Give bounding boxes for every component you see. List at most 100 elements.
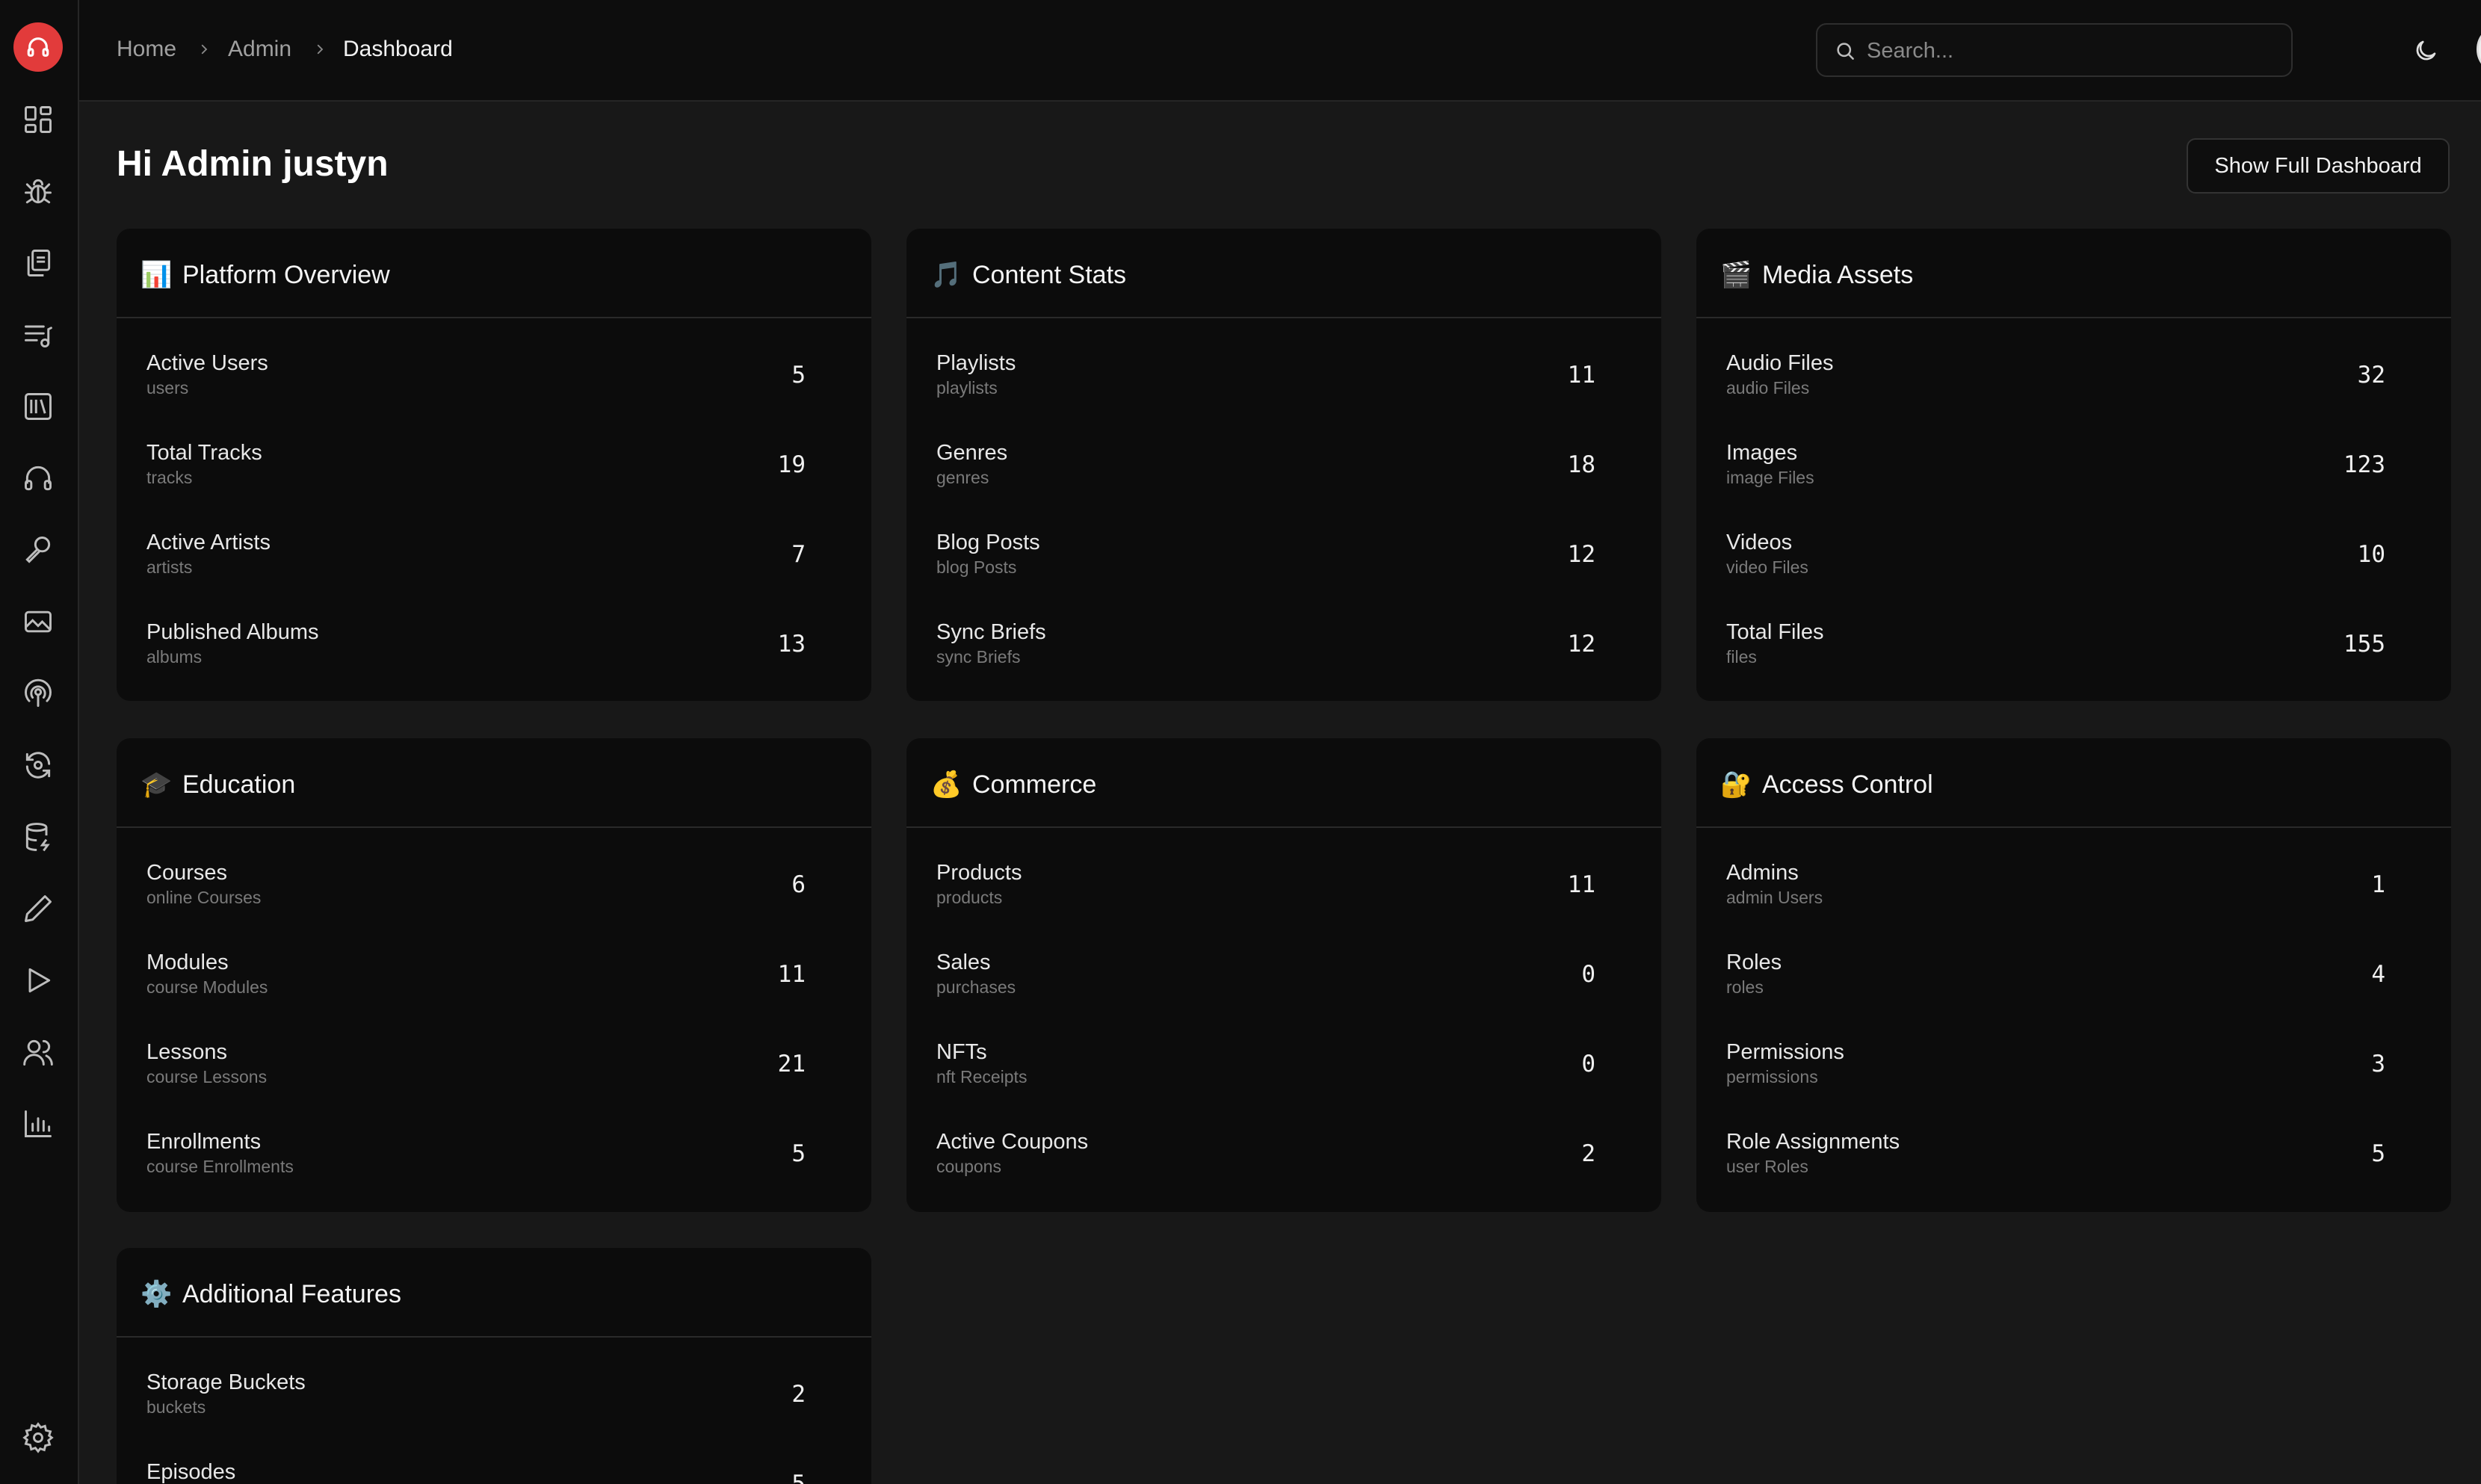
music-note-icon: 🎵: [930, 261, 963, 289]
stat-value: 32: [2357, 362, 2385, 389]
card-title: Commerce: [972, 770, 1097, 799]
stat-value: 21: [777, 1051, 806, 1078]
card-header: 🎬 Media Assets: [1696, 229, 2451, 318]
dashboard-grid-icon[interactable]: [19, 100, 58, 139]
stat-value: 10: [2357, 541, 2385, 568]
database-icon[interactable]: [19, 817, 58, 856]
stat-label: Active Coupons: [936, 1130, 1089, 1154]
card-header: 📊 Platform Overview: [117, 229, 871, 318]
sidebar: [0, 0, 79, 1484]
card-title: Access Control: [1762, 770, 1933, 799]
bug-icon[interactable]: [19, 172, 58, 211]
sync-icon[interactable]: [19, 746, 58, 785]
stat-value: 1: [2371, 871, 2385, 898]
playlist-icon[interactable]: [19, 315, 58, 354]
stat-row: Sales purchases 0: [906, 930, 1661, 1019]
platform-overview-card: 📊 Platform Overview Active Users users 5 T…: [117, 229, 871, 701]
stat-row: Lessons course Lessons 21: [117, 1019, 871, 1109]
stat-value: 155: [2343, 631, 2385, 658]
stat-row: Enrollments course Enrollments 5: [117, 1109, 871, 1199]
chart-icon[interactable]: [19, 1104, 58, 1143]
search-input[interactable]: [1865, 25, 2272, 77]
stat-row: Permissions permissions 3: [1696, 1019, 2451, 1109]
stat-label: Admins: [1726, 861, 1799, 885]
settings-icon[interactable]: [19, 1418, 58, 1457]
image-icon[interactable]: [19, 602, 58, 641]
chevron-right-icon: [309, 36, 331, 63]
stat-sublabel: sync Briefs: [936, 647, 1021, 667]
podcast-icon[interactable]: [19, 674, 58, 713]
avatar[interactable]: [2477, 24, 2481, 75]
users-icon[interactable]: [19, 1033, 58, 1072]
stat-sublabel: image Files: [1726, 468, 1814, 487]
search-box: [1816, 23, 2293, 77]
pencil-icon[interactable]: [19, 889, 58, 928]
play-icon[interactable]: [19, 961, 58, 1000]
lock-icon: 🔐: [1720, 770, 1752, 799]
stat-sublabel: user Roles: [1726, 1157, 1808, 1176]
moon-icon[interactable]: [2408, 33, 2444, 69]
stat-row: NFTs nft Receipts 0: [906, 1019, 1661, 1109]
card-title: Platform Overview: [182, 261, 390, 289]
gear-icon: ⚙️: [140, 1280, 173, 1308]
card-header: 💰 Commerce: [906, 738, 1661, 828]
stat-row: Published Albums albums 13: [117, 599, 871, 689]
stat-sublabel: buckets: [146, 1397, 206, 1417]
access-control-card: 🔐 Access Control Admins admin Users 1 Role…: [1696, 738, 2451, 1212]
stat-value: 4: [2371, 961, 2385, 988]
stat-sublabel: video Files: [1726, 557, 1808, 577]
stat-label: Permissions: [1726, 1040, 1844, 1064]
card-title: Content Stats: [972, 261, 1127, 289]
stat-row: Roles roles 4: [1696, 930, 2451, 1019]
stat-row: Playlists playlists 11: [906, 330, 1661, 420]
stat-value: 5: [791, 1471, 806, 1484]
files-icon[interactable]: [19, 244, 58, 282]
stat-sublabel: files: [1726, 647, 1757, 667]
chevron-right-icon: [193, 36, 215, 63]
content-stats-card: 🎵 Content Stats Playlists playlists 11 Gen…: [906, 229, 1661, 701]
stat-row: Total Tracks tracks 19: [117, 420, 871, 510]
top-bar: Home Admin Dashboard: [79, 0, 2481, 102]
clapperboard-icon: 🎬: [1720, 261, 1752, 289]
breadcrumb-admin[interactable]: Admin: [228, 34, 291, 64]
stat-label: Images: [1726, 441, 1798, 465]
stat-row: Active Coupons coupons 2: [906, 1109, 1661, 1199]
stat-value: 6: [791, 871, 806, 898]
card-header: 🎓 Education: [117, 738, 871, 828]
stat-sublabel: audio Files: [1726, 378, 1810, 398]
stat-value: 3: [2371, 1051, 2385, 1078]
stat-row: Products products 11: [906, 840, 1661, 930]
stat-sublabel: course Modules: [146, 977, 268, 997]
additional-features-card: ⚙️ Additional Features Storage Buckets bu…: [117, 1248, 871, 1484]
stat-row: Blog Posts blog Posts 12: [906, 510, 1661, 599]
stat-sublabel: online Courses: [146, 888, 262, 907]
stat-label: Sales: [936, 950, 991, 974]
headphones-icon[interactable]: [19, 459, 58, 498]
breadcrumb-home[interactable]: Home: [117, 34, 176, 64]
card-title: Education: [182, 770, 296, 799]
stat-value: 11: [777, 961, 806, 988]
stat-label: Genres: [936, 441, 1008, 465]
stat-label: Lessons: [146, 1040, 228, 1064]
microphone-icon[interactable]: [19, 531, 58, 569]
stat-sublabel: playlists: [936, 378, 998, 398]
stat-sublabel: genres: [936, 468, 989, 487]
stat-label: Enrollments: [146, 1130, 262, 1154]
search-icon: [1834, 40, 1856, 66]
show-full-dashboard-button[interactable]: Show Full Dashboard: [2187, 138, 2450, 194]
stat-label: Sync Briefs: [936, 620, 1046, 644]
library-icon[interactable]: [19, 387, 58, 426]
stat-value: 13: [777, 631, 806, 658]
page-title: Hi Admin justyn: [117, 144, 389, 184]
stat-value: 5: [791, 362, 806, 389]
stat-sublabel: admin Users: [1726, 888, 1823, 907]
stat-label: Storage Buckets: [146, 1370, 306, 1394]
headphones-logo-icon[interactable]: [13, 22, 63, 72]
stat-value: 18: [1567, 451, 1595, 478]
stat-sublabel: permissions: [1726, 1067, 1818, 1086]
stat-value: 11: [1567, 362, 1595, 389]
stat-label: NFTs: [936, 1040, 987, 1064]
stat-label: Videos: [1726, 531, 1793, 554]
stat-label: Active Artists: [146, 531, 271, 554]
stat-row: Images image Files 123: [1696, 420, 2451, 510]
